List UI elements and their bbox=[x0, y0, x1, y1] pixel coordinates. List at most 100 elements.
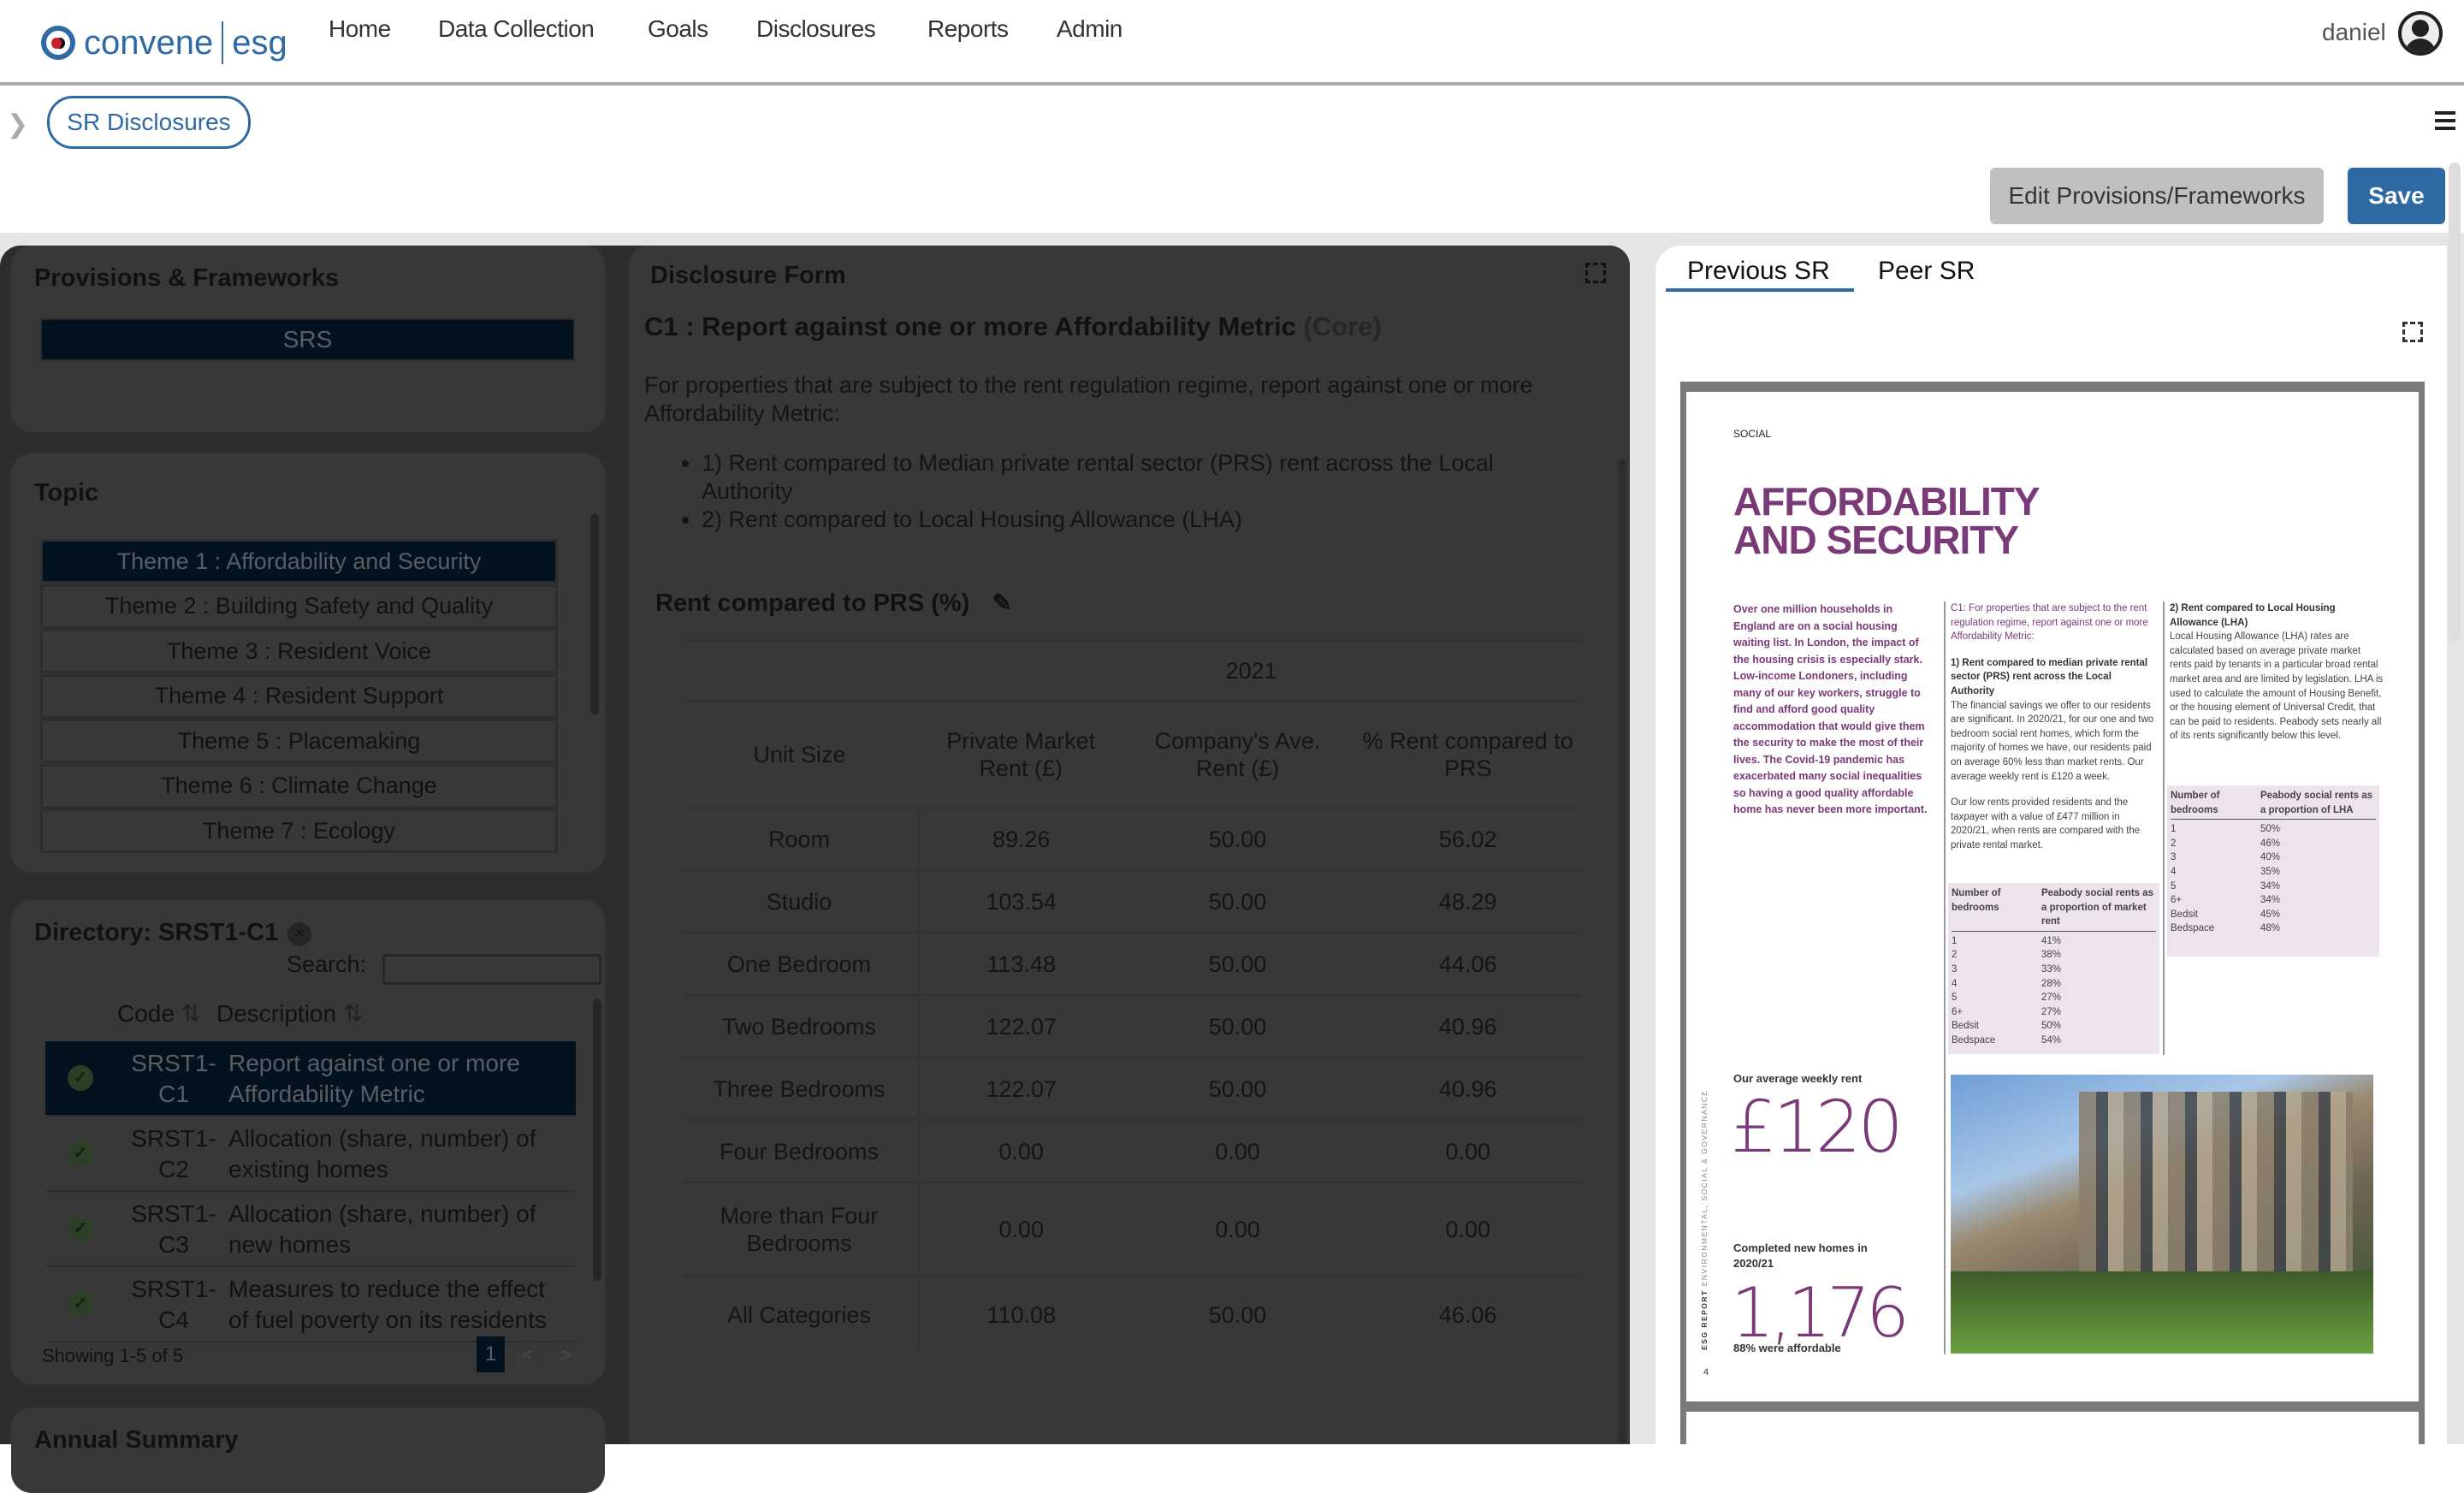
doc-lha-point: 2) Rent compared to Local Housing Allowa… bbox=[2170, 603, 2336, 628]
directory-search-input[interactable] bbox=[382, 954, 601, 985]
menu-icon[interactable] bbox=[2435, 111, 2455, 130]
value-cell[interactable]: 40.96 bbox=[1352, 994, 1584, 1058]
tab-peer-sr[interactable]: Peer SR bbox=[1878, 257, 1975, 286]
logo[interactable]: convene esg bbox=[41, 12, 287, 74]
value-cell[interactable]: 110.08 bbox=[918, 1276, 1123, 1352]
directory-row[interactable]: ✓ SRST1- C4 Measures to reduce the effect o… bbox=[45, 1267, 576, 1342]
sidebar-toggle-chevron-icon[interactable]: ❯ bbox=[7, 110, 28, 139]
nav-reports[interactable]: Reports bbox=[927, 15, 1009, 43]
sort-icon[interactable]: ⇅ bbox=[181, 1000, 201, 1027]
directory-row[interactable]: ✓ SRST1- C3 Allocation (share, number) of n… bbox=[45, 1192, 576, 1267]
value-cell[interactable]: 46.06 bbox=[1352, 1276, 1584, 1352]
framework-srs[interactable]: SRS bbox=[40, 318, 575, 361]
topic-item[interactable]: Theme 3 : Resident Voice bbox=[40, 629, 558, 673]
stat-2-note: 88% were affordable bbox=[1733, 1342, 1841, 1354]
doc-table-row: 5 34% bbox=[2171, 880, 2281, 892]
column-code[interactable]: Code ⇅ bbox=[117, 999, 201, 1028]
doc-table-row: 1 41% bbox=[1952, 935, 2062, 946]
value-cell[interactable]: 0.00 bbox=[1352, 1182, 1584, 1277]
directory-scrollbar[interactable] bbox=[593, 998, 601, 1281]
topic-item[interactable]: Theme 1 : Affordability and Security bbox=[40, 539, 558, 584]
prev-page-button[interactable]: < bbox=[513, 1336, 542, 1372]
value-cell[interactable]: 0.00 bbox=[918, 1119, 1123, 1182]
value-cell[interactable]: 0.00 bbox=[918, 1182, 1123, 1277]
table-row: Two Bedrooms 122.07 50.00 40.96 bbox=[680, 994, 1584, 1058]
doc-table-row: 6+ 27% bbox=[1952, 1006, 2062, 1017]
disclosure-intro: For properties that are subject to the r… bbox=[644, 372, 1533, 426]
check-circle-icon: ✓ bbox=[68, 1140, 93, 1166]
topic-item[interactable]: Theme 5 : Placemaking bbox=[40, 719, 558, 763]
directory-title: Directory: SRST1-C1 bbox=[34, 919, 279, 946]
avatar-icon[interactable] bbox=[2398, 11, 2443, 56]
expand-icon[interactable] bbox=[2402, 322, 2423, 342]
nav-admin[interactable]: Admin bbox=[1057, 15, 1122, 43]
stat-1-label: Our average weekly rent bbox=[1733, 1072, 1863, 1085]
value-cell[interactable]: 44.06 bbox=[1352, 932, 1584, 995]
value-cell[interactable]: 56.02 bbox=[1352, 807, 1584, 870]
value-cell[interactable]: 122.07 bbox=[918, 994, 1123, 1058]
value-cell[interactable]: 0.00 bbox=[1352, 1119, 1584, 1182]
annual-summary-title: Annual Summary bbox=[34, 1426, 239, 1454]
value-cell[interactable]: 50.00 bbox=[1122, 869, 1353, 933]
value-cell[interactable]: 50.00 bbox=[1122, 994, 1353, 1058]
value-cell[interactable]: 0.00 bbox=[1122, 1182, 1353, 1277]
edit-provisions-button[interactable]: Edit Provisions/Frameworks bbox=[1990, 168, 2324, 224]
year-cell: 2021 bbox=[918, 640, 1584, 701]
disclosure-bullets: 1) Rent compared to Median private renta… bbox=[702, 449, 1557, 534]
clear-directory-icon[interactable]: ✕ bbox=[287, 922, 311, 946]
user-name[interactable]: daniel bbox=[2322, 19, 2386, 46]
topic-item[interactable]: Theme 4 : Resident Support bbox=[40, 673, 558, 719]
value-cell[interactable]: 50.00 bbox=[1122, 1276, 1353, 1352]
unit-size-cell: Three Bedrooms bbox=[680, 1057, 920, 1120]
value-cell[interactable]: 89.26 bbox=[918, 807, 1123, 870]
directory-row[interactable]: ✓ SRST1- C2 Allocation (share, number) of e… bbox=[45, 1117, 576, 1192]
nav-data-collection[interactable]: Data Collection bbox=[438, 15, 595, 43]
value-cell[interactable]: 113.48 bbox=[918, 932, 1123, 995]
table-row: More than Four Bedrooms 0.00 0.00 0.00 bbox=[680, 1182, 1584, 1277]
doc-side-label-text: ENVIRONMENTAL, SOCIAL & GOVERNANCE bbox=[1700, 1089, 1709, 1287]
topic-scrollbar[interactable] bbox=[590, 513, 599, 714]
doc-title-line: AFFORDABILITY bbox=[1733, 479, 2040, 524]
nav-disclosures[interactable]: Disclosures bbox=[756, 15, 876, 43]
value-cell[interactable]: 50.00 bbox=[1122, 807, 1353, 870]
value-cell[interactable]: 0.00 bbox=[1122, 1119, 1353, 1182]
nav-goals[interactable]: Goals bbox=[648, 15, 708, 43]
document-page: SOCIAL AFFORDABILITY AND SECURITY Over o… bbox=[1686, 392, 2419, 1401]
page-1-button[interactable]: 1 bbox=[477, 1336, 505, 1372]
column-description[interactable]: Description ⇅ bbox=[216, 999, 363, 1028]
directory-row[interactable]: ✓ SRST1- C1 Report against one or more Affo… bbox=[45, 1041, 576, 1117]
sort-icon[interactable]: ⇅ bbox=[343, 1000, 363, 1027]
active-tab-underline bbox=[1666, 288, 1854, 292]
row-description: Allocation (share, number) of existing h… bbox=[228, 1125, 536, 1182]
topic-item[interactable]: Theme 2 : Building Safety and Quality bbox=[40, 584, 558, 629]
doc-table-row: Bedspace 48% bbox=[2171, 923, 2281, 934]
doc-section: SOCIAL bbox=[1733, 428, 1772, 440]
value-cell[interactable]: 48.29 bbox=[1352, 869, 1584, 933]
doc-page-number: 4 bbox=[1703, 1367, 1709, 1377]
doc-table-row: 2 46% bbox=[2171, 838, 2281, 849]
top-nav-bar: convene esg Home Data Collection Goals D… bbox=[0, 0, 2464, 86]
value-cell[interactable]: 50.00 bbox=[1122, 1057, 1353, 1120]
logo-mark-icon bbox=[41, 26, 75, 60]
page-scrollbar[interactable] bbox=[2449, 163, 2461, 642]
search-label: Search: bbox=[287, 951, 367, 977]
topic-item[interactable]: Theme 7 : Ecology bbox=[40, 809, 558, 853]
edit-pencil-icon[interactable]: ✎ bbox=[992, 589, 1011, 616]
value-cell[interactable]: 40.96 bbox=[1352, 1057, 1584, 1120]
nav-home[interactable]: Home bbox=[329, 15, 391, 43]
document-next-page bbox=[1686, 1412, 2419, 1444]
annual-summary-card: Annual Summary bbox=[11, 1407, 605, 1493]
building-photo bbox=[1951, 1075, 2373, 1354]
disclosure-scrollbar[interactable] bbox=[1618, 459, 1626, 1443]
next-page-button[interactable]: > bbox=[552, 1336, 580, 1372]
topic-item[interactable]: Theme 6 : Climate Change bbox=[40, 763, 558, 809]
breadcrumb-sr-disclosures[interactable]: SR Disclosures bbox=[47, 96, 251, 149]
value-cell[interactable]: 103.54 bbox=[918, 869, 1123, 933]
save-button[interactable]: Save bbox=[2348, 168, 2445, 224]
doc-table-row: Bedspace 54% bbox=[1952, 1034, 2062, 1046]
value-cell[interactable]: 50.00 bbox=[1122, 932, 1353, 995]
doc-divider bbox=[2163, 601, 2165, 1055]
tab-previous-sr[interactable]: Previous SR bbox=[1687, 257, 1830, 286]
value-cell[interactable]: 122.07 bbox=[918, 1057, 1123, 1120]
expand-icon[interactable] bbox=[1585, 263, 1606, 283]
